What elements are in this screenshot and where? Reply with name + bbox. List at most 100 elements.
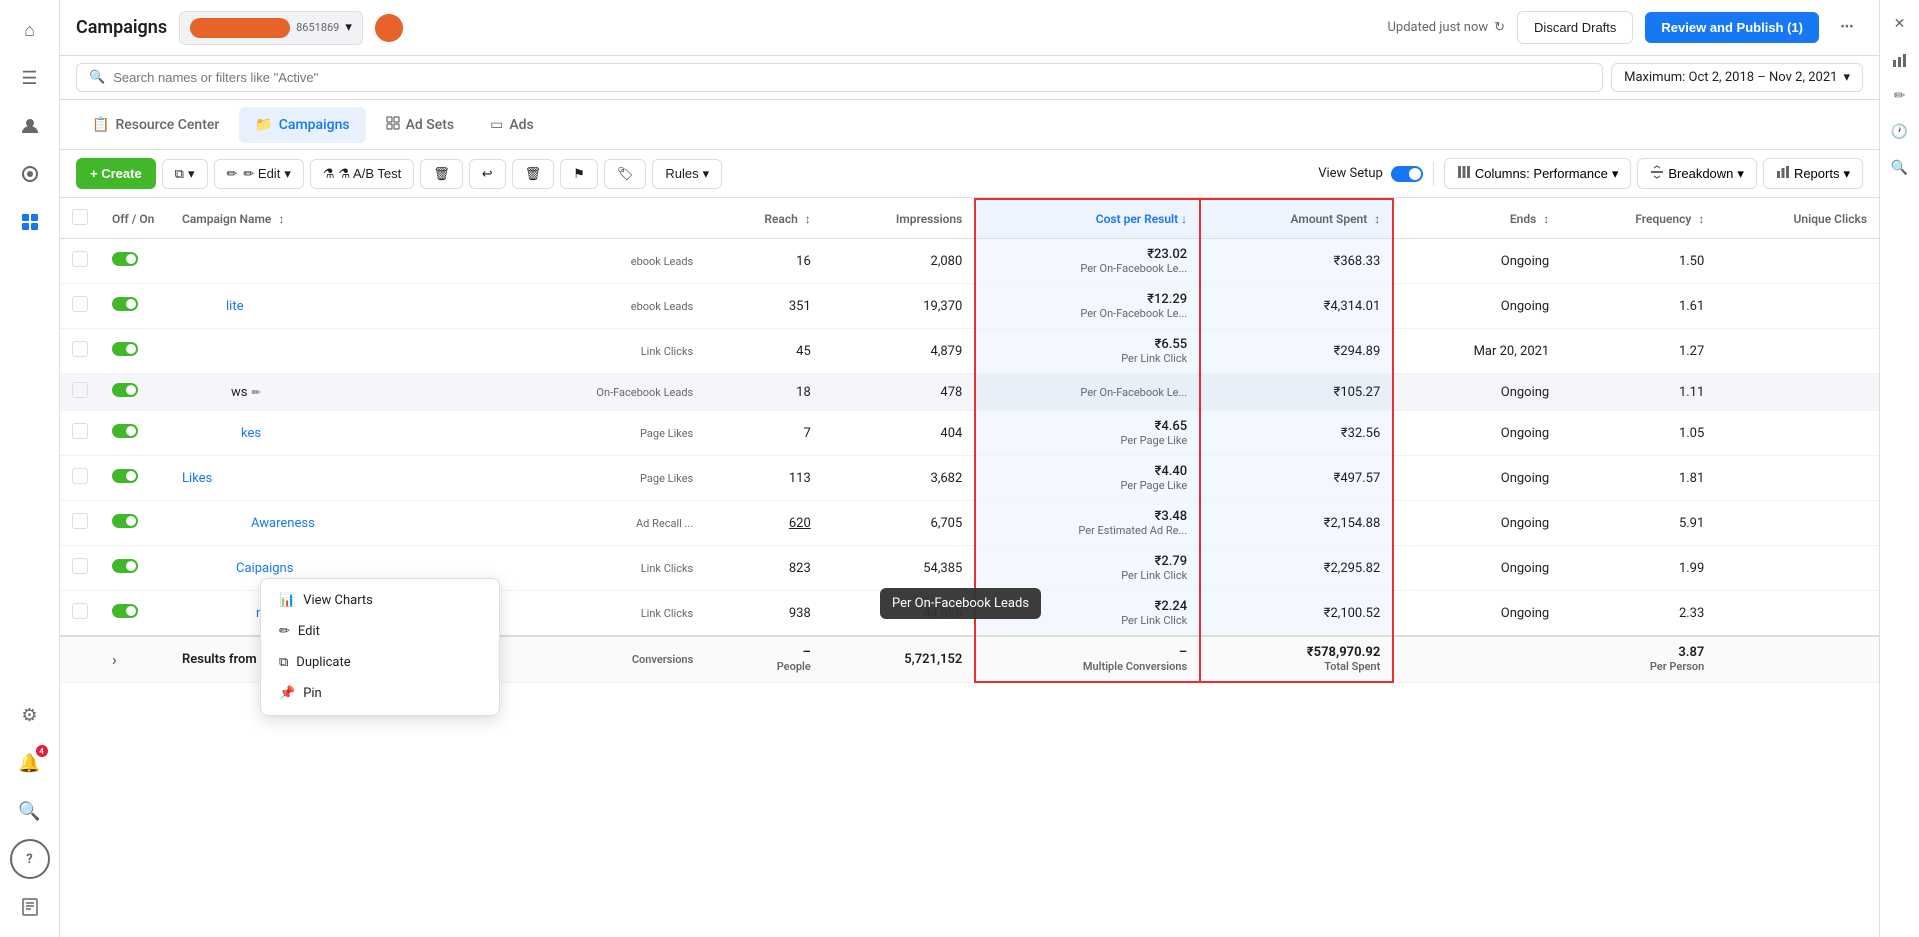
campaign-name-pill-4 (182, 384, 227, 400)
ab-test-button[interactable]: ⚗ ⚗ A/B Test (310, 159, 414, 189)
search-icon: 🔍 (89, 70, 105, 85)
row-ends-5: Ongoing (1393, 411, 1561, 456)
account-avatar[interactable] (375, 14, 403, 42)
create-button[interactable]: + Create (76, 158, 156, 189)
right-close-icon[interactable]: ✕ (1886, 10, 1914, 38)
select-all-checkbox[interactable] (72, 209, 88, 225)
reports-button[interactable]: Reports ▾ (1763, 158, 1863, 189)
context-menu-pin[interactable]: 📌 Pin (267, 678, 493, 709)
search-input-wrapper[interactable]: 🔍 (76, 63, 1603, 92)
copy-dropdown-icon[interactable]: ▾ (188, 166, 195, 182)
context-menu-view-charts[interactable]: 📊 View Charts (267, 585, 493, 616)
row-cpr-4: Per On-Facebook Le... (975, 374, 1200, 411)
account-selector[interactable]: 8651869 ▾ (179, 11, 363, 45)
table-row[interactable]: lite ebook Leads 351 19,370 ₹12.29 Per O… (60, 284, 1879, 329)
sidebar-help-icon[interactable]: ? (10, 839, 50, 879)
date-range-selector[interactable]: Maximum: Oct 2, 2018 – Nov 2, 2021 ▾ (1611, 63, 1863, 92)
edit-inline-icon[interactable]: ✏ (251, 386, 260, 399)
nav-tabs: 📋 Resource Center 📁 Campaigns Ad Sets ▭ … (60, 100, 1879, 150)
campaign-toggle-7[interactable] (112, 514, 138, 528)
sidebar-home-icon[interactable]: ⌂ (10, 10, 50, 50)
ads-icon: ▭ (490, 117, 503, 133)
campaign-toggle-8[interactable] (112, 559, 138, 573)
sidebar-bell-icon[interactable]: 🔔 4 (10, 743, 50, 783)
row-unique-clicks-8 (1716, 546, 1879, 591)
footer-expand-icon[interactable]: › (112, 650, 117, 669)
campaign-name-link-6[interactable]: Likes (182, 471, 212, 486)
sidebar-target-icon[interactable] (10, 154, 50, 194)
campaign-toggle-2[interactable] (112, 297, 138, 311)
table-row[interactable]: kes Page Likes 7 404 ₹4.65 Per Page Like (60, 411, 1879, 456)
trash-button[interactable]: 🗑 (512, 159, 555, 189)
col-ends-sort-icon[interactable]: ↕ (1543, 212, 1549, 226)
tab-ad-sets[interactable]: Ad Sets (370, 106, 471, 144)
copy-button[interactable]: ⧉ ▾ (162, 159, 208, 189)
refresh-icon[interactable]: ↻ (1494, 20, 1505, 35)
rules-button[interactable]: Rules ▾ (652, 159, 722, 189)
context-menu: 📊 View Charts ✏ Edit ⧉ Duplicate 📌 Pin (260, 578, 500, 716)
edit-button[interactable]: ✏ ✏ Edit ▾ (214, 159, 304, 189)
table-row[interactable]: Link Clicks 45 4,879 ₹6.55 Per Link Clic… (60, 329, 1879, 374)
right-clock-icon[interactable]: 🕐 (1886, 118, 1914, 146)
sidebar-grid-icon[interactable] (10, 202, 50, 242)
undo-button[interactable]: ↩ (469, 159, 506, 189)
col-amount-sort-icon[interactable]: ↕ (1374, 212, 1380, 226)
campaign-toggle-6[interactable] (112, 469, 138, 483)
more-options-button[interactable]: ••• (1831, 12, 1863, 44)
sidebar-search-icon[interactable]: 🔍 (10, 791, 50, 831)
tag-button[interactable]: 🏷 (604, 159, 647, 189)
table-row[interactable]: Awareness Ad Recall ... 620 6,705 ₹3.48 (60, 501, 1879, 546)
search-input[interactable] (113, 70, 1590, 85)
campaign-toggle-4[interactable] (112, 383, 138, 397)
footer-ends (1393, 636, 1561, 682)
row-cpr-9: ₹2.24 Per Link Click (975, 591, 1200, 637)
row-ends-2: Ongoing (1393, 284, 1561, 329)
breakdown-dropdown-icon[interactable]: ▾ (1737, 166, 1744, 182)
flag-button[interactable]: ⚑ (560, 159, 598, 189)
edit-dropdown-icon[interactable]: ▾ (284, 166, 291, 182)
rules-dropdown-icon[interactable]: ▾ (703, 166, 710, 182)
col-frequency-sort-icon[interactable]: ↕ (1698, 212, 1704, 226)
campaign-name-link-8[interactable]: Caipaigns (236, 561, 293, 576)
columns-dropdown-icon[interactable]: ▾ (1612, 166, 1619, 182)
account-dropdown-icon[interactable]: ▾ (345, 20, 352, 35)
col-frequency-label: Frequency (1635, 212, 1691, 226)
campaign-toggle-5[interactable] (112, 424, 138, 438)
tab-resource-center[interactable]: 📋 Resource Center (76, 107, 235, 143)
breakdown-button[interactable]: Breakdown ▾ (1637, 158, 1757, 189)
col-reach-sort-icon[interactable]: ↕ (805, 212, 811, 226)
row-frequency-3: 1.27 (1561, 329, 1716, 374)
right-pencil-icon[interactable]: ✏ (1886, 82, 1914, 110)
tab-campaigns[interactable]: 📁 Campaigns (239, 107, 365, 143)
context-menu-duplicate[interactable]: ⧉ Duplicate (267, 647, 493, 678)
right-zoom-icon[interactable]: 🔍 (1886, 154, 1914, 182)
edit-icon: ✏ (279, 624, 290, 639)
campaign-name-link-2[interactable]: lite (226, 299, 243, 314)
campaign-name-link-7[interactable]: Awareness (251, 516, 315, 531)
sidebar-book-icon[interactable] (10, 887, 50, 927)
campaign-toggle-9[interactable] (112, 604, 138, 618)
review-publish-button[interactable]: Review and Publish (1) (1645, 12, 1819, 43)
delete-button[interactable]: 🗑 (420, 159, 463, 189)
row-amount-spent-4: ₹105.27 (1200, 374, 1393, 411)
table-row[interactable]: ws ✏ On-Facebook Leads 18 478 Per On-Fac… (60, 374, 1879, 411)
table-row[interactable]: Likes Page Likes 113 3,682 ₹4.40 Per Pag… (60, 456, 1879, 501)
sidebar-user-icon[interactable] (10, 106, 50, 146)
row-impressions-2: 19,370 (823, 284, 976, 329)
campaign-toggle-1[interactable] (112, 252, 138, 266)
columns-button[interactable]: Columns: Performance ▾ (1444, 158, 1631, 189)
table-row[interactable]: ebook Leads 16 2,080 ₹23.02 Per On-Faceb… (60, 239, 1879, 284)
reports-dropdown-icon[interactable]: ▾ (1843, 166, 1850, 182)
col-name-sort-icon[interactable]: ↕ (278, 212, 284, 226)
campaign-toggle-3[interactable] (112, 342, 138, 356)
tab-ads[interactable]: ▭ Ads (474, 107, 550, 143)
context-menu-edit[interactable]: ✏ Edit (267, 616, 493, 647)
bar-chart-icon: 📊 (279, 593, 295, 608)
right-chart-icon[interactable] (1886, 46, 1914, 74)
row-amount-spent-3: ₹294.89 (1200, 329, 1393, 374)
discard-drafts-button[interactable]: Discard Drafts (1517, 11, 1633, 44)
sidebar-menu-icon[interactable]: ☰ (10, 58, 50, 98)
view-setup-toggle[interactable] (1391, 166, 1423, 182)
sidebar-settings-icon[interactable]: ⚙ (10, 695, 50, 735)
campaign-name-link-5[interactable]: kes (241, 426, 261, 441)
